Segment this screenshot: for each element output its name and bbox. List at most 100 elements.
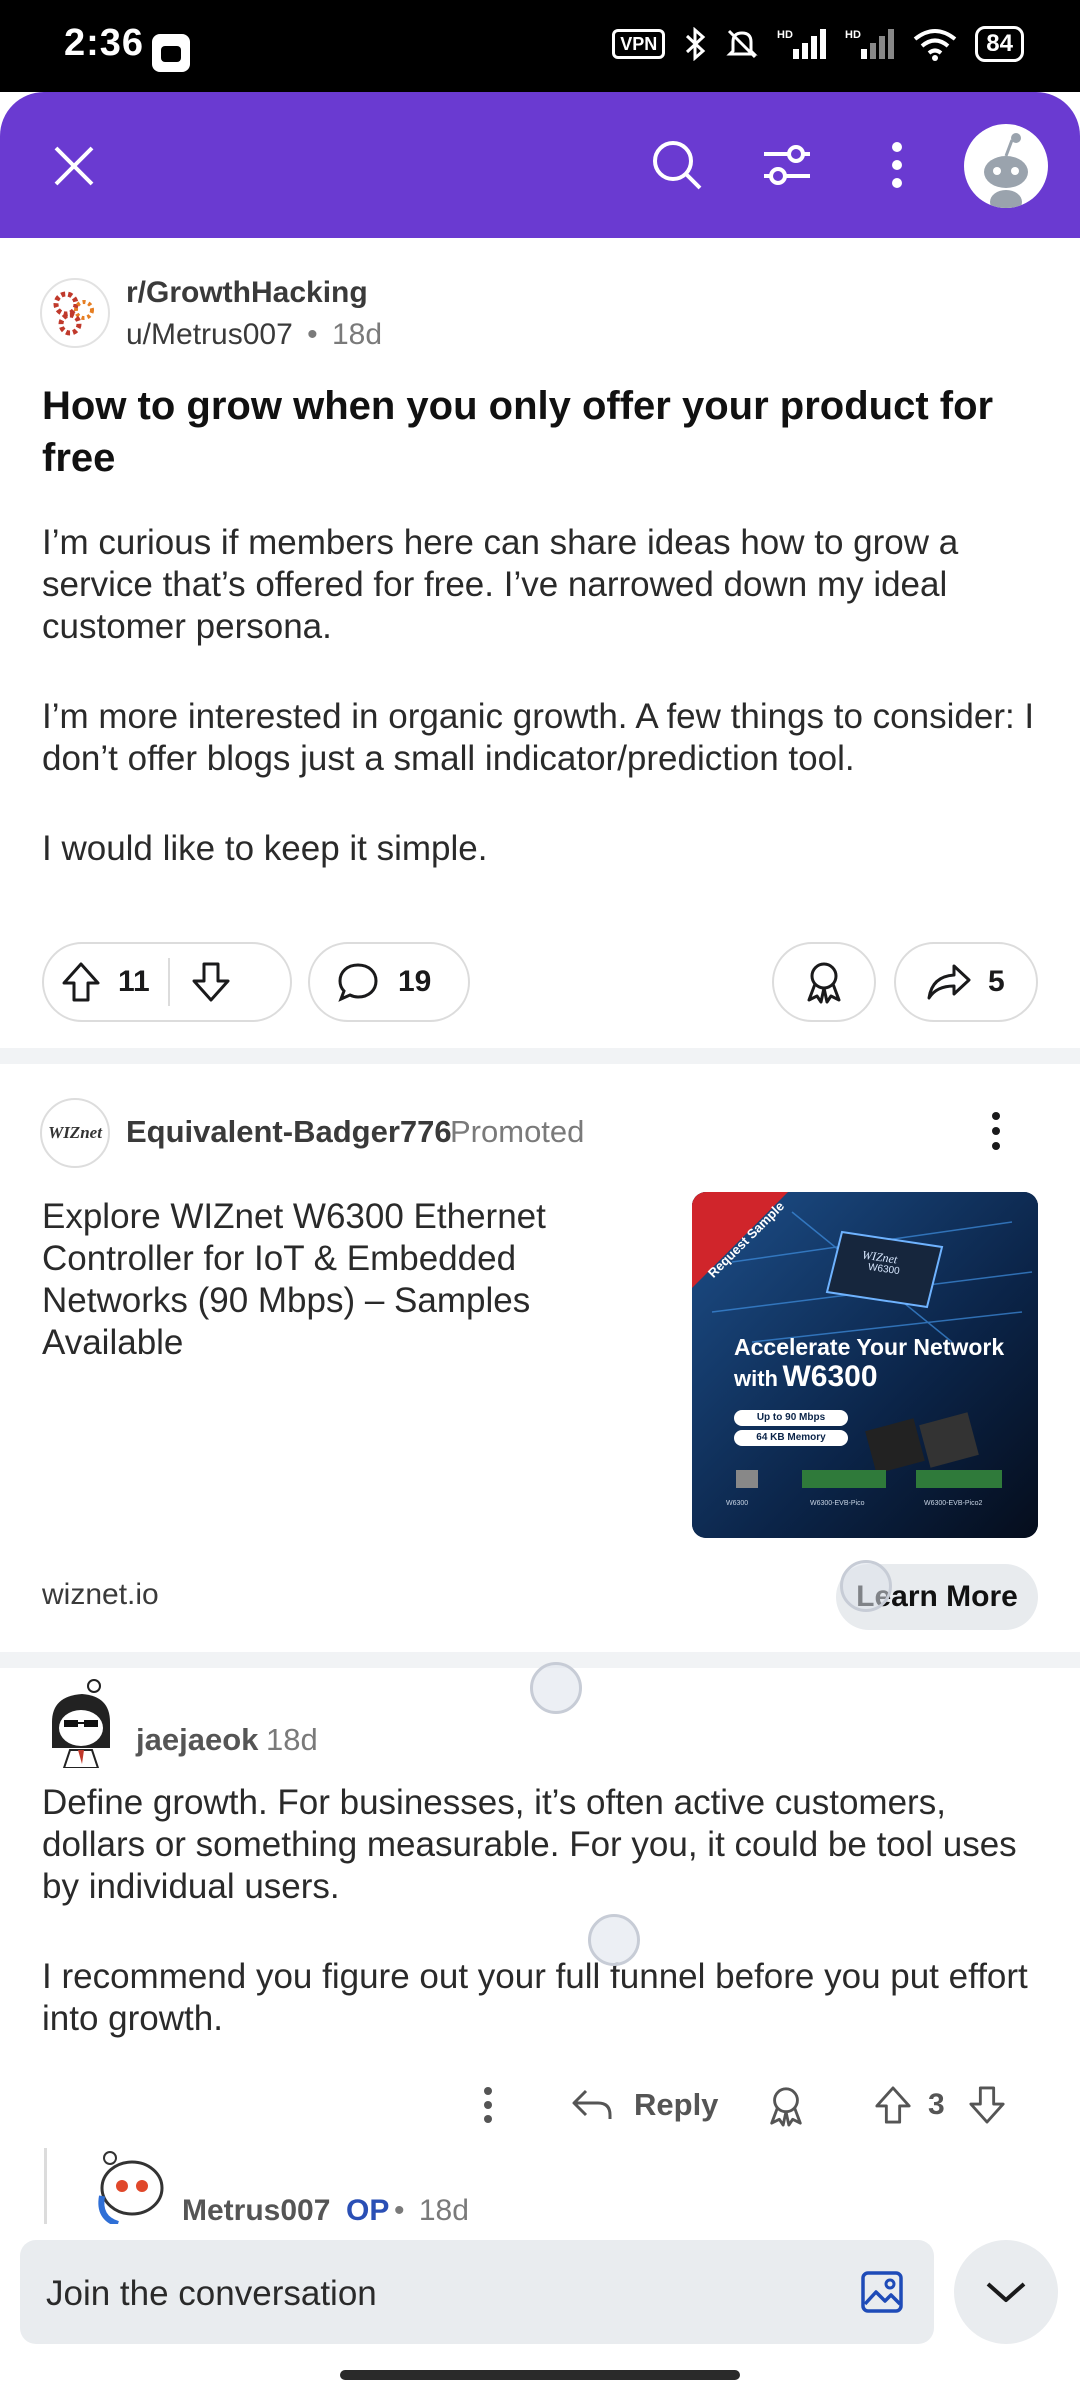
close-button[interactable]	[40, 132, 108, 200]
thread-line	[44, 2148, 47, 2228]
ad-image-headline-1: Accelerate Your Network	[734, 1334, 1005, 1360]
home-indicator[interactable]	[340, 2370, 740, 2380]
comment-age: 18d	[266, 1722, 318, 1757]
post-vote-count: 11	[118, 965, 150, 998]
upvote-arrow-icon	[875, 2086, 911, 2124]
comment-more-button[interactable]	[470, 2080, 506, 2130]
image-icon	[861, 2271, 903, 2313]
signal-icon-2: HD	[845, 29, 895, 59]
post-author[interactable]: u/Metrus007	[126, 318, 293, 351]
comment-body: Define growth. For businesses, it’s ofte…	[42, 1782, 1042, 2088]
wifi-icon	[914, 29, 957, 61]
post-title: How to grow when you only offer your pro…	[42, 384, 994, 480]
award-button[interactable]	[772, 942, 876, 1022]
comment-upvote-button[interactable]	[868, 2080, 918, 2130]
reply-age: 18d	[418, 2194, 469, 2227]
ad-more-options-button[interactable]	[976, 1104, 1016, 1158]
post-author-line: u/Metrus007 • 18d	[126, 318, 382, 352]
post-paragraph: I would like to keep it simple.	[42, 829, 488, 868]
reply-label: Reply	[634, 2087, 719, 2122]
award-icon	[770, 2087, 802, 2127]
share-button[interactable]: 5	[894, 942, 1038, 1022]
promoted-label: Promoted	[450, 1114, 585, 1149]
search-button[interactable]	[642, 130, 712, 200]
op-badge: OP	[346, 2194, 390, 2227]
ad-image-board-label: W6300-EVB-Pico	[810, 1500, 865, 1507]
ad-image[interactable]: Request Sample WIZnet W6300 Accelerate Y…	[692, 1192, 1038, 1538]
more-vertical-icon	[484, 2087, 492, 2123]
meta-separator: •	[394, 2194, 405, 2227]
upvote-button[interactable]	[44, 944, 118, 1020]
touch-indicator	[530, 1662, 582, 1714]
reply-author[interactable]: Metrus007	[182, 2194, 330, 2228]
ad-image-headline-model: W6300	[782, 1360, 878, 1393]
status-time: 2:36	[64, 22, 145, 64]
subreddit-avatar[interactable]	[40, 278, 110, 348]
comments-button[interactable]: 19	[308, 942, 470, 1022]
signal-icon-1: HD	[777, 29, 827, 59]
compose-placeholder: Join the conversation	[46, 2274, 377, 2313]
comment-paragraph: I recommend you figure out your full fun…	[42, 1957, 1028, 2038]
downvote-button[interactable]	[170, 944, 252, 1020]
snoo-avatar-icon	[984, 133, 1028, 208]
filter-button[interactable]	[752, 130, 822, 200]
advertiser-name[interactable]: Equivalent-Badger776	[126, 1114, 452, 1150]
add-image-button[interactable]	[852, 2262, 912, 2322]
subreddit-name[interactable]: r/GrowthHacking	[126, 276, 368, 310]
mute-icon	[726, 29, 758, 59]
comment-bubble-icon	[338, 963, 378, 1002]
upvote-arrow-icon	[62, 962, 100, 1002]
gears-icon	[53, 291, 94, 336]
comment-downvote-button[interactable]	[962, 2080, 1012, 2130]
ad-image-board-label: W6300-EVB-Pico2	[924, 1500, 983, 1507]
touch-indicator	[588, 1914, 640, 1966]
reply-age-line: • 18d	[394, 2194, 469, 2228]
search-icon	[653, 141, 702, 190]
ad-image-spec-2: 64 KB Memory	[734, 1430, 848, 1446]
ad-domain[interactable]: wiznet.io	[42, 1578, 159, 1612]
meta-separator: •	[307, 318, 318, 351]
ad-image-board-label: W6300	[726, 1500, 749, 1507]
downvote-arrow-icon	[192, 962, 230, 1002]
filter-icon	[764, 145, 810, 185]
comment-vote-count: 3	[928, 2088, 945, 2121]
chevron-down-icon	[986, 2282, 1026, 2302]
bluetooth-icon	[686, 27, 706, 61]
comment-author[interactable]: jaejaeok	[136, 1722, 258, 1758]
advertiser-logo[interactable]: WIZnet	[40, 1098, 110, 1168]
commenter-avatar[interactable]	[42, 1678, 120, 1769]
ad-headline[interactable]: Explore WIZnet W6300 Ethernet Controller…	[42, 1196, 602, 1364]
svg-text:HD: HD	[777, 29, 793, 41]
post-body: I’m curious if members here can share id…	[42, 522, 1042, 918]
status-icons: VPN HD HD 84	[612, 26, 1024, 62]
comment-count: 19	[398, 965, 432, 998]
notification-app-icon	[152, 34, 190, 72]
section-divider	[0, 1048, 1080, 1064]
post-paragraph: I’m more interested in organic growth. A…	[42, 697, 1035, 778]
touch-indicator	[840, 1560, 892, 1612]
snoo-avatar-icon	[98, 2151, 164, 2227]
reply-author-avatar[interactable]	[88, 2146, 172, 2230]
vote-pill: 11	[42, 942, 292, 1022]
more-vertical-icon	[992, 1112, 1000, 1150]
ad-image-spec-1: Up to 90 Mbps	[734, 1410, 848, 1426]
share-count: 5	[988, 965, 1005, 998]
reply-button[interactable]: Reply	[570, 2070, 718, 2140]
ad-image-headline-2: with W6300	[734, 1360, 878, 1394]
share-arrow-icon	[927, 964, 971, 1000]
profile-avatar[interactable]	[964, 124, 1048, 208]
comment-paragraph: Define growth. For businesses, it’s ofte…	[42, 1783, 1017, 1906]
top-app-bar	[0, 92, 1080, 238]
snoo-avatar-icon	[52, 1679, 110, 1769]
svg-text:HD: HD	[845, 29, 861, 41]
downvote-arrow-icon	[969, 2086, 1005, 2124]
award-icon	[807, 962, 841, 1004]
status-bar: 2:36 VPN HD HD 84	[0, 0, 1080, 92]
ad-image-headline-prefix: with	[734, 1366, 778, 1391]
collapse-button[interactable]	[954, 2240, 1058, 2344]
section-divider	[0, 1652, 1080, 1668]
more-options-button[interactable]	[862, 130, 932, 200]
more-vertical-icon	[892, 142, 902, 188]
battery-indicator: 84	[975, 26, 1024, 62]
comment-award-button[interactable]	[760, 2080, 812, 2132]
